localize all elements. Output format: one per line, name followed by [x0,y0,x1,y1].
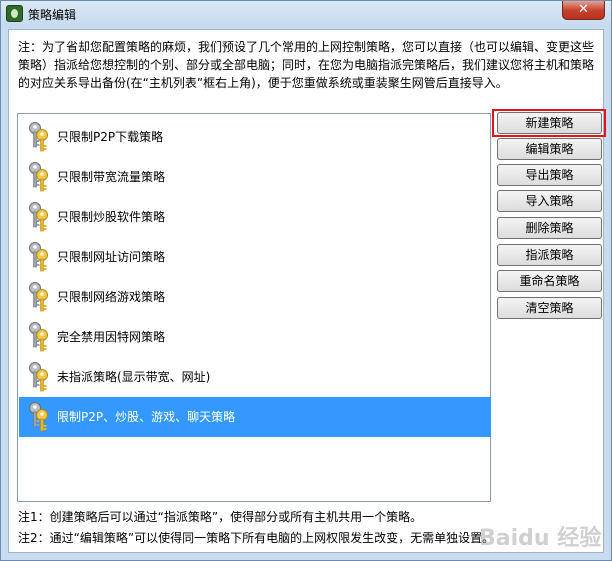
keys-icon [27,241,51,273]
close-button[interactable]: ✕ [562,1,605,20]
edit-policy-button[interactable]: 编辑策略 [497,138,602,160]
policy-list-item[interactable]: 只限制网址访问策略 [19,237,491,277]
policy-list[interactable]: 只限制P2P下载策略 只限制带宽流量策略 只限制炒股软件策略 只限制网址访问策略 只限制… [17,113,491,502]
assign-policy-button[interactable]: 指派策略 [497,244,602,266]
export-policy-button[interactable]: 导出策略 [497,164,602,186]
keys-icon [27,401,51,433]
import-policy-button[interactable]: 导入策略 [497,190,602,212]
keys-icon [27,281,51,313]
policy-list-item[interactable]: 完全禁用因特网策略 [19,317,491,357]
new-policy-button[interactable]: 新建策略 [497,112,602,134]
policy-edit-window: 策略编辑 ✕ 注：为了省却您配置策略的麻烦，我们预设了几个常用的上网控制策略，您… [0,0,612,561]
policy-label: 限制P2P、炒股、游戏、聊天策略 [57,410,236,424]
app-icon [6,5,23,22]
notice-text: 注：为了省却您配置策略的麻烦，我们预设了几个常用的上网控制策略，您可以直接（也可… [18,40,595,90]
clear-policy-button[interactable]: 清空策略 [497,297,602,319]
policy-label: 完全禁用因特网策略 [57,330,166,344]
footnote-1: 注1：创建策略后可以通过“指派策略”，使得部分或所有主机共用一个策略。 [18,510,423,524]
policy-list-item[interactable]: 只限制网络游戏策略 [19,277,491,317]
keys-icon [27,321,51,353]
policy-label: 未指派策略(显示带宽、网址) [57,370,211,384]
policy-label: 只限制炒股软件策略 [57,210,166,224]
keys-icon [27,361,51,393]
policy-label: 只限制带宽流量策略 [57,170,166,184]
policy-list-item[interactable]: 未指派策略(显示带宽、网址) [19,357,491,397]
footnote-2: 注2：通过“编辑策略”可以使得同一策略下所有电脑的上网权限发生改变，无需单独设置… [18,531,495,545]
dialog-body: 注：为了省却您配置策略的麻烦，我们预设了几个常用的上网控制策略，您可以直接（也可… [8,29,606,553]
rename-policy-button[interactable]: 重命名策略 [497,270,602,292]
delete-policy-button[interactable]: 删除策略 [497,217,602,239]
keys-icon [27,121,51,153]
policy-list-item[interactable]: 限制P2P、炒股、游戏、聊天策略 [19,397,491,437]
policy-label: 只限制网址访问策略 [57,250,166,264]
title-bar[interactable]: 策略编辑 ✕ [1,1,611,27]
policy-label: 只限制P2P下载策略 [57,130,164,144]
policy-label: 只限制网络游戏策略 [57,290,166,304]
keys-icon [27,201,51,233]
policy-list-item[interactable]: 只限制带宽流量策略 [19,157,491,197]
policy-list-item[interactable]: 只限制P2P下载策略 [19,117,491,157]
window-title: 策略编辑 [28,8,77,22]
watermark: Baidu 经验 [479,526,602,551]
keys-icon [27,161,51,193]
policy-list-item[interactable]: 只限制炒股软件策略 [19,197,491,237]
